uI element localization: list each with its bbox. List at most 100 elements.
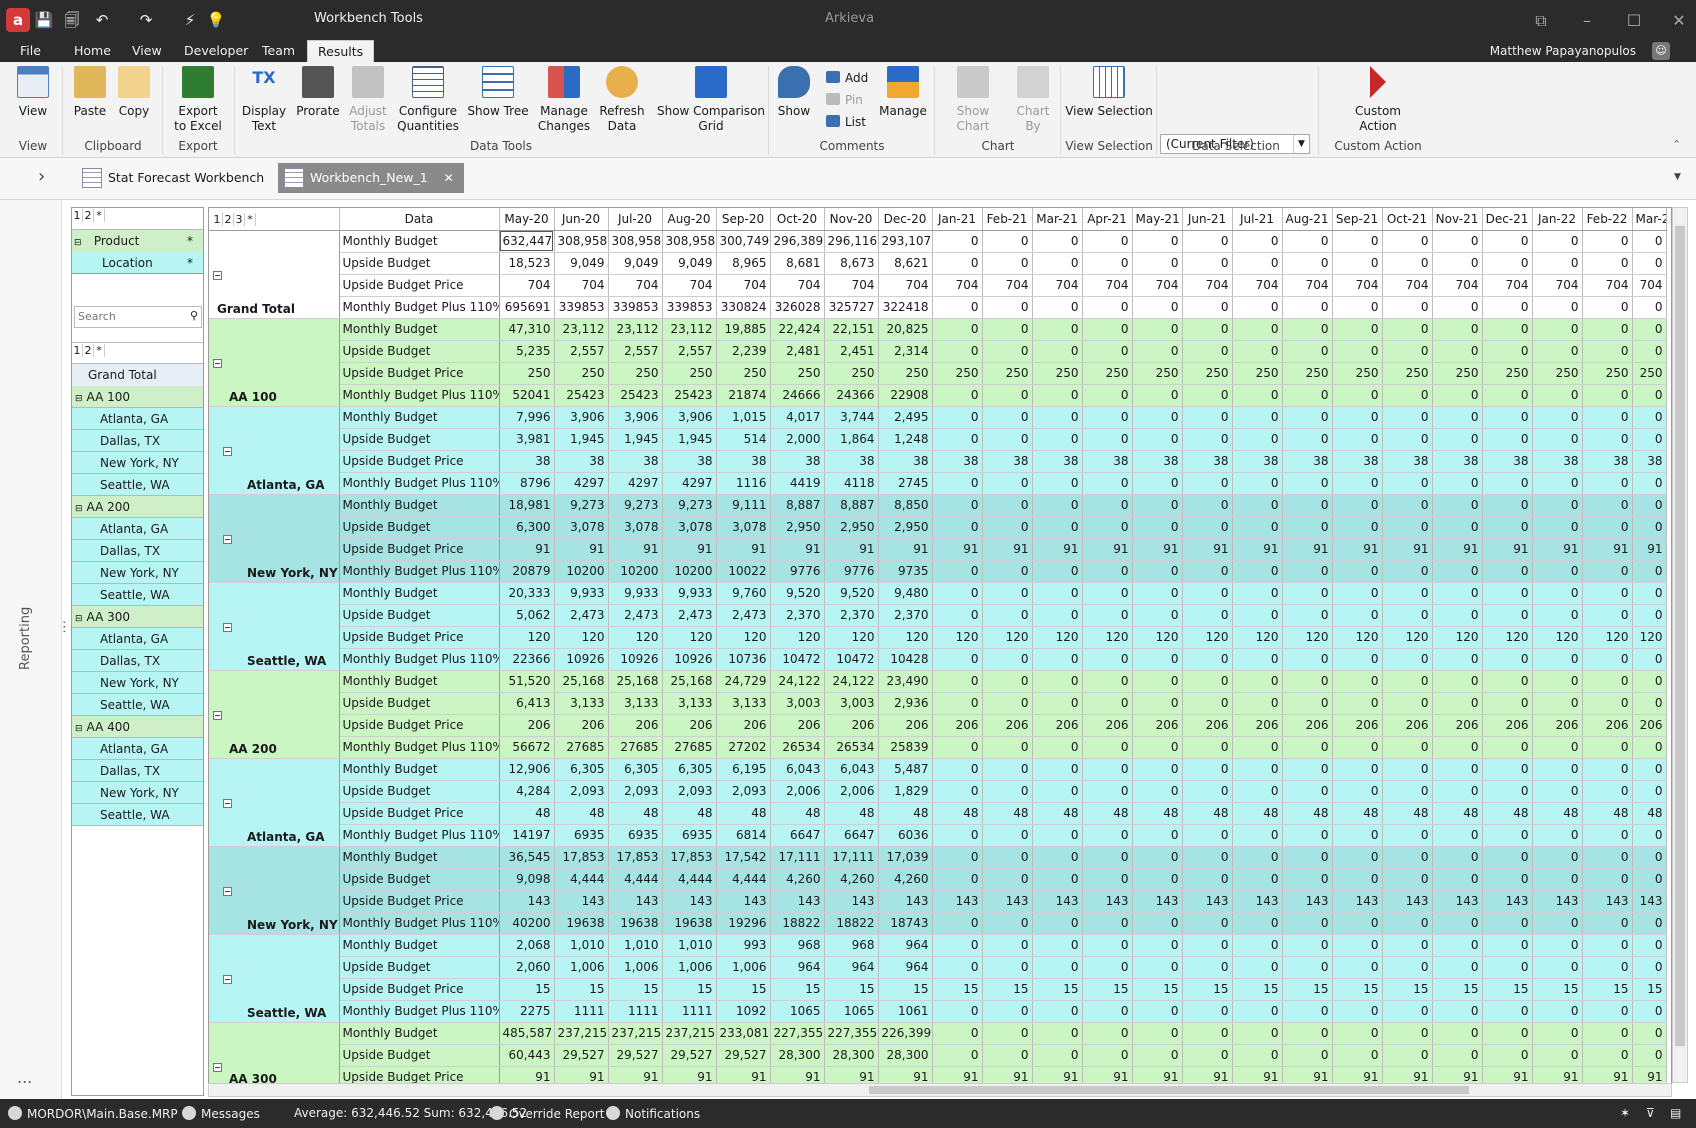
data-cell[interactable]: 8,965 bbox=[716, 252, 771, 275]
data-cell[interactable]: 15 bbox=[1332, 978, 1383, 1001]
data-cell[interactable]: 56672 bbox=[499, 736, 555, 759]
data-cell[interactable]: 2,239 bbox=[716, 340, 771, 363]
data-cell[interactable]: 143 bbox=[824, 890, 879, 913]
data-cell[interactable]: 38 bbox=[1282, 450, 1333, 473]
data-cell[interactable]: 0 bbox=[1432, 648, 1483, 671]
data-cell[interactable]: 29,527 bbox=[716, 1044, 771, 1067]
data-cell[interactable]: 17,111 bbox=[770, 846, 825, 869]
data-cell[interactable]: 48 bbox=[554, 802, 609, 825]
data-cell[interactable]: 120 bbox=[1432, 626, 1483, 649]
lightbulb-icon[interactable]: 💡 bbox=[204, 8, 228, 32]
tree-item-location[interactable]: Dallas, TX bbox=[72, 760, 203, 782]
tree-item-group[interactable]: ⊟ AA 100 bbox=[72, 386, 203, 408]
data-cell[interactable]: 0 bbox=[1232, 780, 1283, 803]
column-header[interactable]: Sep-20 bbox=[716, 208, 771, 231]
data-cell[interactable]: 322418 bbox=[878, 296, 933, 319]
data-cell[interactable]: 6935 bbox=[554, 824, 609, 847]
data-cell[interactable]: 0 bbox=[1382, 692, 1433, 715]
column-header-data[interactable]: Data bbox=[339, 208, 500, 231]
measure-label[interactable]: Upside Budget Price bbox=[339, 978, 500, 1001]
data-cell[interactable]: 2,093 bbox=[662, 780, 717, 803]
data-cell[interactable]: 2,370 bbox=[824, 604, 879, 627]
table-row[interactable]: Upside Budget 5,062 2,473 2,473 2,473 2,473 2,… bbox=[209, 604, 1667, 627]
data-cell[interactable]: 0 bbox=[1582, 846, 1633, 869]
data-cell[interactable]: 0 bbox=[1532, 736, 1583, 759]
data-cell[interactable]: 2,068 bbox=[499, 934, 555, 957]
data-cell[interactable]: 0 bbox=[932, 780, 983, 803]
data-cell[interactable]: 0 bbox=[1332, 868, 1383, 891]
table-row[interactable]: Upside Budget 3,981 1,945 1,945 1,945 514 2,00… bbox=[209, 428, 1667, 451]
data-cell[interactable]: 0 bbox=[1182, 670, 1233, 693]
data-cell[interactable]: 250 bbox=[1582, 362, 1633, 385]
data-cell[interactable]: 6,043 bbox=[770, 758, 825, 781]
data-cell[interactable]: 15 bbox=[1082, 978, 1133, 1001]
data-cell[interactable]: 0 bbox=[982, 560, 1033, 583]
tree-item-location[interactable]: Seattle, WA bbox=[72, 694, 203, 716]
data-cell[interactable]: 0 bbox=[1332, 604, 1383, 627]
data-cell[interactable]: 0 bbox=[1382, 758, 1433, 781]
data-cell[interactable]: 3,133 bbox=[662, 692, 717, 715]
data-cell[interactable]: 120 bbox=[1232, 626, 1283, 649]
data-cell[interactable]: 0 bbox=[1332, 516, 1383, 539]
data-cell[interactable]: 8,850 bbox=[878, 494, 933, 517]
data-cell[interactable]: 704 bbox=[1582, 274, 1633, 297]
data-cell[interactable]: 120 bbox=[716, 626, 771, 649]
data-cell[interactable]: 0 bbox=[982, 736, 1033, 759]
data-cell[interactable]: 0 bbox=[982, 296, 1033, 319]
data-cell[interactable]: 25,168 bbox=[662, 670, 717, 693]
data-cell[interactable]: 0 bbox=[1182, 384, 1233, 407]
table-row[interactable]: − AA 200 Monthly Budget 51,520 25,168 25,168 2… bbox=[209, 670, 1667, 759]
data-cell[interactable]: 20,333 bbox=[499, 582, 555, 605]
data-cell[interactable]: 0 bbox=[1432, 758, 1483, 781]
data-cell[interactable]: 0 bbox=[1382, 472, 1433, 495]
minimize-icon[interactable]: – bbox=[1575, 9, 1599, 33]
data-cell[interactable]: 227,355 bbox=[824, 1022, 879, 1045]
data-cell[interactable]: 91 bbox=[1232, 538, 1283, 561]
data-cell[interactable]: 9776 bbox=[824, 560, 879, 583]
data-cell[interactable]: 704 bbox=[1632, 274, 1667, 297]
data-cell[interactable]: 0 bbox=[1482, 912, 1533, 935]
data-cell[interactable]: 143 bbox=[1132, 890, 1183, 913]
connection-status[interactable]: MORDOR\Main.Base.MRP bbox=[8, 1106, 178, 1121]
data-cell[interactable]: 0 bbox=[1582, 252, 1633, 275]
data-cell[interactable]: 0 bbox=[1132, 648, 1183, 671]
data-cell[interactable]: 704 bbox=[1282, 274, 1333, 297]
data-cell[interactable]: 143 bbox=[1582, 890, 1633, 913]
data-cell[interactable]: 0 bbox=[1332, 582, 1383, 605]
adjust-totals-button[interactable]: Adjust Totals bbox=[346, 62, 390, 138]
data-cell[interactable]: 0 bbox=[932, 670, 983, 693]
data-cell[interactable]: 0 bbox=[1432, 340, 1483, 363]
data-cell[interactable]: 0 bbox=[1432, 670, 1483, 693]
data-cell[interactable]: 2,060 bbox=[499, 956, 555, 979]
measure-label[interactable]: Upside Budget Price bbox=[339, 714, 500, 737]
data-cell[interactable]: 143 bbox=[1332, 890, 1383, 913]
data-cell[interactable]: 15 bbox=[1632, 978, 1667, 1001]
data-cell[interactable]: 24,122 bbox=[770, 670, 825, 693]
data-cell[interactable]: 38 bbox=[662, 450, 717, 473]
data-cell[interactable]: 15 bbox=[982, 978, 1033, 1001]
data-cell[interactable]: 0 bbox=[1282, 516, 1333, 539]
data-cell[interactable]: 91 bbox=[878, 538, 933, 561]
data-cell[interactable]: 0 bbox=[1632, 736, 1667, 759]
data-cell[interactable]: 48 bbox=[1332, 802, 1383, 825]
report-icon[interactable]: ▤ bbox=[1670, 1106, 1681, 1120]
data-cell[interactable]: 9,049 bbox=[662, 252, 717, 275]
data-cell[interactable]: 15 bbox=[1132, 978, 1183, 1001]
measure-label[interactable]: Upside Budget Price bbox=[339, 890, 500, 913]
data-cell[interactable]: 0 bbox=[1532, 252, 1583, 275]
data-cell[interactable]: 0 bbox=[1432, 736, 1483, 759]
data-cell[interactable]: 0 bbox=[1432, 692, 1483, 715]
data-cell[interactable]: 0 bbox=[1632, 692, 1667, 715]
tree-item-location[interactable]: Atlanta, GA bbox=[72, 628, 203, 650]
user-name[interactable]: Matthew Papayanopulos bbox=[1490, 44, 1636, 58]
vertical-scrollbar[interactable] bbox=[1672, 207, 1688, 1083]
data-cell[interactable]: 308,958 bbox=[662, 230, 717, 253]
data-cell[interactable]: 704 bbox=[1482, 274, 1533, 297]
data-cell[interactable]: 0 bbox=[1282, 692, 1333, 715]
collapse-icon[interactable]: ⊟ bbox=[75, 724, 83, 734]
data-cell[interactable]: 0 bbox=[1132, 560, 1183, 583]
data-cell[interactable]: 0 bbox=[1482, 1022, 1533, 1045]
column-header[interactable]: Jun-20 bbox=[554, 208, 609, 231]
data-cell[interactable]: 0 bbox=[1232, 1044, 1283, 1067]
data-cell[interactable]: 38 bbox=[878, 450, 933, 473]
